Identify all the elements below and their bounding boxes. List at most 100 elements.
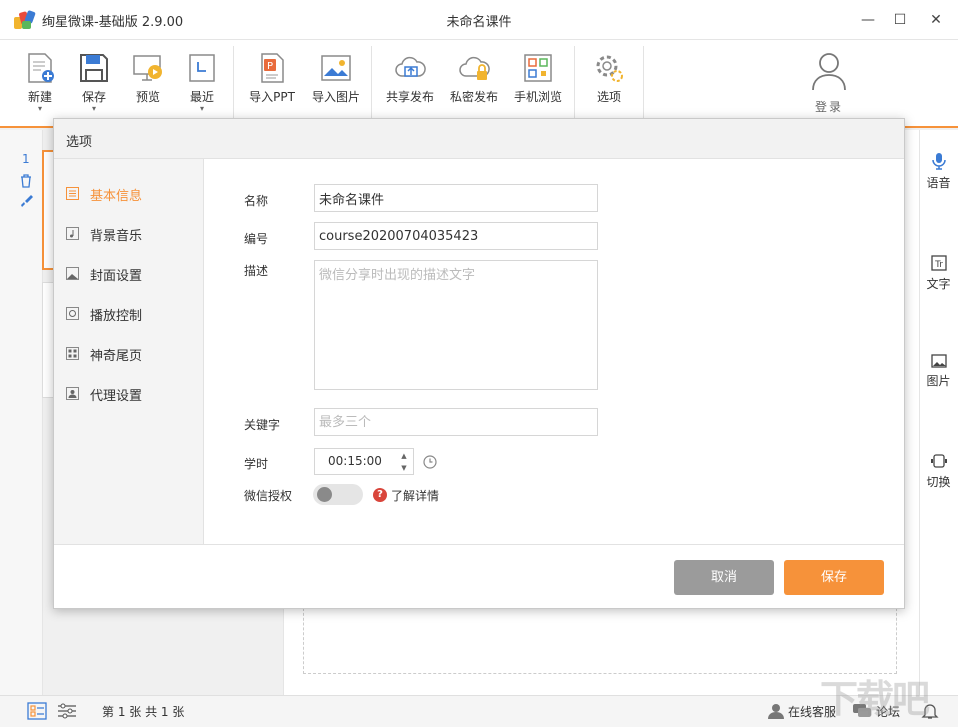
- description-textarea[interactable]: [314, 260, 598, 390]
- microphone-icon: [931, 153, 946, 170]
- import-image-label: 导入图片: [311, 90, 360, 104]
- import-ppt-button[interactable]: P 导入PPT: [244, 48, 300, 124]
- nav-basic-info[interactable]: 基本信息: [54, 177, 204, 211]
- qr-code-icon: [524, 54, 552, 82]
- preview-label: 预览: [135, 90, 160, 104]
- toolbar-divider: [574, 46, 575, 118]
- right-tool-panel: [919, 130, 958, 695]
- cancel-button[interactable]: 取消: [674, 560, 774, 595]
- private-publish-button[interactable]: 私密发布: [446, 48, 502, 124]
- slide-number: 1: [22, 152, 30, 166]
- clock-icon[interactable]: [423, 455, 437, 469]
- share-publish-label: 共享发布: [385, 90, 434, 104]
- toolbar-divider: [233, 46, 234, 118]
- main-toolbar: 新建 ▾ 保存 ▾ 预览 最近 ▾ P 导入PPT 导入图片 共享发布 私密发布…: [0, 40, 958, 128]
- import-ppt-label: 导入PPT: [249, 90, 295, 104]
- watermark: 下载吧: [820, 677, 930, 721]
- cloud-lock-icon: [459, 56, 490, 80]
- login-button[interactable]: 登录: [806, 48, 852, 115]
- dialog-nav: 基本信息 背景音乐 封面设置 播放控制 神奇尾页 代理设置: [54, 159, 204, 544]
- save-button[interactable]: 保存: [784, 560, 884, 595]
- customer-service-icon[interactable]: [766, 702, 786, 720]
- mobile-browse-label: 手机浏览: [513, 90, 562, 104]
- wechat-auth-toggle[interactable]: [313, 484, 363, 505]
- dialog-header: 选项: [54, 119, 904, 159]
- stepper-up-icon[interactable]: ▲: [397, 450, 411, 462]
- wechat-auth-label: 微信授权: [244, 489, 293, 503]
- id-label: 编号: [244, 232, 269, 246]
- new-dropdown-caret[interactable]: ▾: [12, 105, 68, 113]
- page-info: 第 1 张 共 1 张: [102, 705, 185, 719]
- preview-button[interactable]: 预览: [120, 48, 176, 124]
- playback-control-icon: [66, 307, 79, 320]
- save-toolbar-button[interactable]: 保存 ▾: [66, 48, 122, 124]
- title-bar: 绚星微课-基础版 2.9.00 未命名课件 — ☐ ✕: [0, 0, 958, 40]
- help-question-icon[interactable]: ?: [373, 488, 387, 502]
- recent-dropdown-caret[interactable]: ▾: [174, 105, 230, 113]
- dialog-title: 选项: [66, 135, 93, 150]
- duration-stepper[interactable]: 00:15:00 ▲ ▼: [314, 448, 414, 475]
- login-label: 登录: [814, 100, 843, 114]
- toolbar-divider: [371, 46, 372, 118]
- name-input[interactable]: [314, 184, 598, 212]
- toggle-knob: [317, 487, 332, 502]
- image-tool-label: 图片: [926, 374, 951, 388]
- svg-text:Tr: Tr: [934, 260, 943, 270]
- brush-icon[interactable]: [19, 194, 33, 208]
- new-label: 新建: [27, 90, 52, 104]
- ppt-file-icon: P: [261, 53, 284, 83]
- import-image-button[interactable]: 导入图片: [308, 48, 364, 124]
- nav-label: 神奇尾页: [90, 349, 143, 364]
- close-button[interactable]: ✕: [924, 8, 948, 32]
- mobile-browse-button[interactable]: 手机浏览: [510, 48, 566, 124]
- options-label: 选项: [596, 90, 621, 104]
- save-dropdown-caret[interactable]: ▾: [66, 105, 122, 113]
- nav-cover-settings[interactable]: 封面设置: [54, 257, 204, 291]
- recent-button[interactable]: 最近 ▾: [174, 48, 230, 124]
- share-publish-button[interactable]: 共享发布: [382, 48, 438, 124]
- status-bar: 第 1 张 共 1 张 在线客服 论坛: [0, 695, 958, 727]
- nav-label: 播放控制: [90, 309, 143, 324]
- keywords-input[interactable]: [314, 408, 598, 436]
- minimize-button[interactable]: —: [856, 8, 880, 32]
- options-button[interactable]: 选项: [581, 48, 637, 124]
- switch-transition-icon: [930, 454, 947, 468]
- settings-sliders-icon[interactable]: [57, 702, 77, 720]
- nav-background-music[interactable]: 背景音乐: [54, 217, 204, 251]
- save-toolbar-label: 保存: [81, 90, 106, 104]
- image-tool-icon: [930, 354, 947, 368]
- user-avatar-icon: [812, 53, 846, 91]
- list-view-icon[interactable]: [27, 702, 47, 720]
- nav-playback-control[interactable]: 播放控制: [54, 297, 204, 331]
- learn-more-link[interactable]: 了解详情: [391, 487, 439, 504]
- switch-tool[interactable]: 切换: [919, 453, 958, 490]
- app-title: 绚星微课-基础版 2.9.00: [42, 15, 184, 30]
- info-list-icon: [66, 187, 79, 200]
- duration-label: 学时: [244, 457, 269, 471]
- stepper-down-icon[interactable]: ▼: [397, 462, 411, 474]
- toolbar-divider: [643, 46, 644, 118]
- nav-label: 封面设置: [90, 269, 143, 284]
- slide-list-panel: [0, 130, 43, 695]
- nav-magic-end-page[interactable]: 神奇尾页: [54, 337, 204, 371]
- name-label: 名称: [244, 194, 269, 208]
- text-tool[interactable]: Tr 文字: [919, 255, 958, 292]
- recent-label: 最近: [189, 90, 214, 104]
- nav-label: 背景音乐: [90, 229, 143, 244]
- canvas-drop-area: [303, 608, 897, 674]
- keywords-label: 关键字: [244, 418, 281, 432]
- recent-document-icon: [189, 54, 215, 82]
- options-dialog: 选项 基本信息 背景音乐 封面设置 播放控制 神奇尾页 代理设置 名称 未命名课…: [53, 118, 905, 609]
- new-button[interactable]: 新建 ▾: [12, 48, 68, 124]
- maximize-button[interactable]: ☐: [888, 8, 912, 32]
- new-document-icon: [28, 53, 54, 83]
- voice-tool[interactable]: 语音: [919, 152, 958, 191]
- grid-page-icon: [66, 347, 79, 360]
- nav-proxy-settings[interactable]: 代理设置: [54, 377, 204, 411]
- image-tool[interactable]: 图片: [919, 354, 958, 389]
- private-publish-label: 私密发布: [449, 90, 498, 104]
- course-id-input[interactable]: [314, 222, 598, 250]
- switch-label: 切换: [926, 475, 951, 489]
- delete-slide-icon[interactable]: [19, 174, 33, 188]
- description-label: 描述: [244, 264, 269, 278]
